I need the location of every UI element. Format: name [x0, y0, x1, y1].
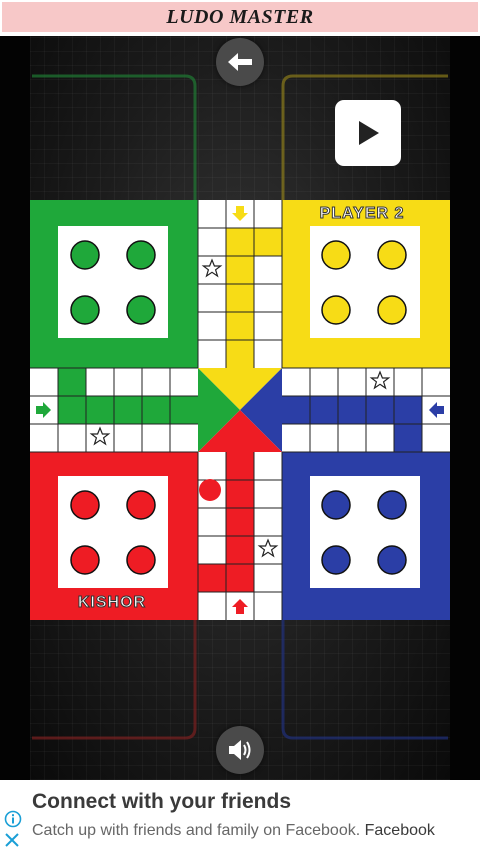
back-button[interactable] [216, 38, 264, 86]
play-icon [359, 121, 379, 145]
app-title: LUDO MASTER [166, 5, 314, 28]
info-icon[interactable] [4, 810, 22, 828]
play-button[interactable] [335, 100, 401, 166]
green-piece[interactable] [126, 240, 156, 270]
left-margin [0, 36, 30, 780]
red-piece[interactable] [126, 490, 156, 520]
app-header: LUDO MASTER [0, 0, 480, 36]
green-home [30, 200, 198, 368]
yellow-piece[interactable] [377, 295, 407, 325]
ludo-board: PLAYER 2 KISHOR [30, 200, 450, 620]
ad-description: Catch up with friends and family on Face… [32, 822, 361, 839]
green-piece[interactable] [70, 295, 100, 325]
green-piece[interactable] [70, 240, 100, 270]
center-finish [198, 368, 282, 452]
ad-subtitle: Catch up with friends and family on Face… [32, 822, 435, 840]
yellow-piece[interactable] [377, 240, 407, 270]
close-icon[interactable] [4, 832, 20, 848]
player-kishor-label: KISHOR [78, 594, 146, 611]
ad-brand[interactable]: Facebook [365, 822, 435, 839]
red-piece[interactable] [126, 545, 156, 575]
green-piece[interactable] [126, 295, 156, 325]
app-title-bar: LUDO MASTER [2, 2, 478, 32]
ad-banner[interactable]: Connect with your friends Catch up with … [0, 780, 480, 853]
red-piece[interactable] [70, 490, 100, 520]
blue-piece[interactable] [377, 545, 407, 575]
right-margin [450, 36, 480, 780]
blue-piece[interactable] [377, 490, 407, 520]
arrow-left-icon [228, 53, 252, 71]
speaker-icon [229, 740, 251, 760]
yellow-piece[interactable] [321, 240, 351, 270]
red-piece[interactable] [70, 545, 100, 575]
red-piece-on-track[interactable] [199, 479, 221, 501]
player-2-label: PLAYER 2 [320, 205, 405, 222]
blue-home [282, 452, 450, 620]
game-area: PLAYER 2 KISHOR [30, 36, 450, 780]
blue-piece[interactable] [321, 490, 351, 520]
yellow-piece[interactable] [321, 295, 351, 325]
yellow-home [282, 200, 450, 368]
ad-title[interactable]: Connect with your friends [32, 790, 291, 814]
blue-piece[interactable] [321, 545, 351, 575]
sound-button[interactable] [216, 726, 264, 774]
